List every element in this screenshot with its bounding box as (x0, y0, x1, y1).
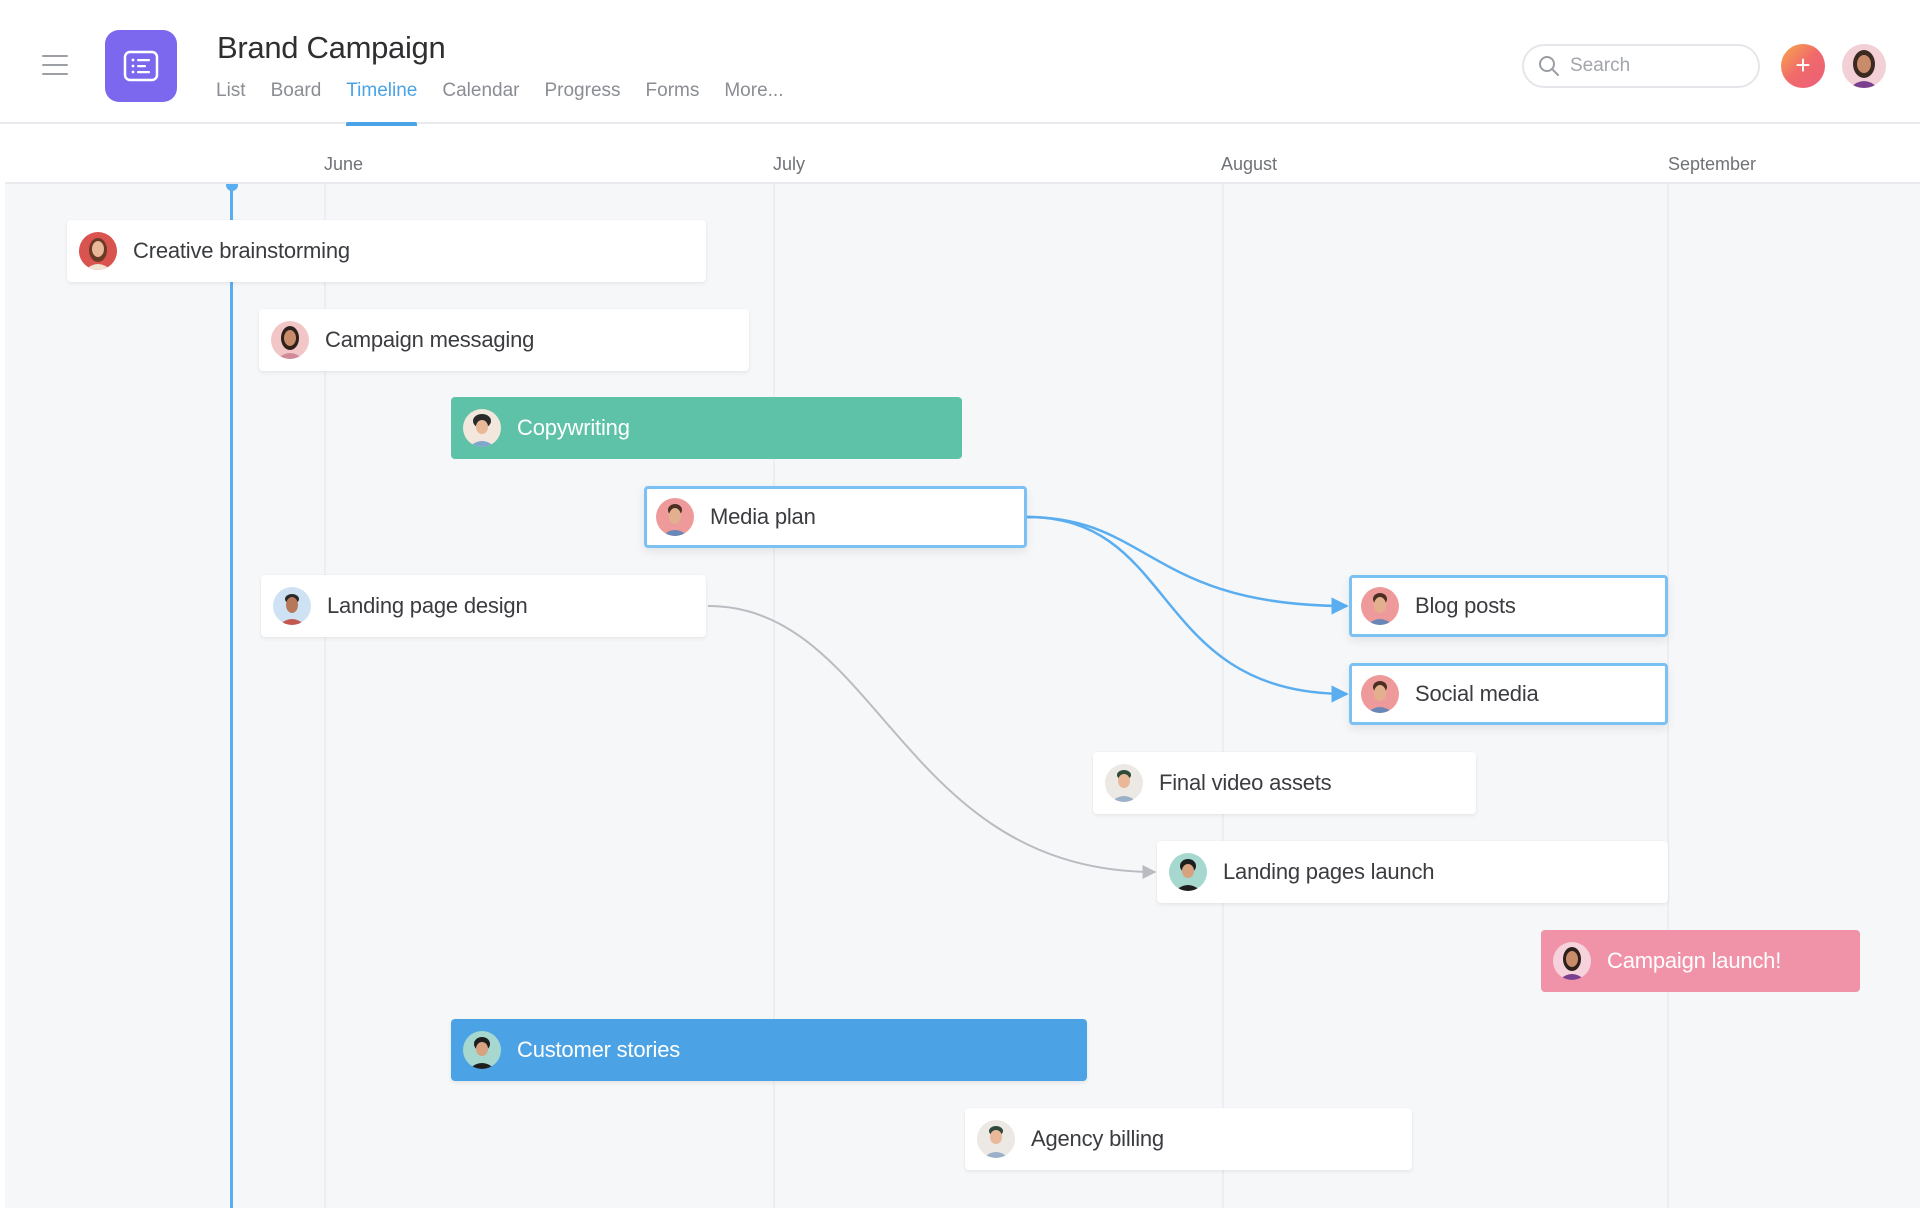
month-label-july: July (773, 154, 806, 174)
assignee-avatar (977, 1120, 1015, 1158)
task-label: Campaign launch! (1607, 948, 1782, 973)
tab-timeline[interactable]: Timeline (346, 80, 418, 126)
month-label-august: August (1221, 154, 1278, 174)
task-label: Final video assets (1159, 770, 1332, 795)
task-creative-brainstorming[interactable]: Creative brainstorming (67, 220, 706, 282)
gridline-august (1222, 184, 1224, 1208)
task-campaign-messaging[interactable]: Campaign messaging (259, 309, 749, 371)
task-social-media[interactable]: Social media (1349, 663, 1668, 725)
bottom-edge (0, 1208, 1920, 1218)
task-landing-pages-launch[interactable]: Landing pages launch (1157, 841, 1668, 903)
task-label: Creative brainstorming (133, 238, 350, 263)
month-label-june: June (324, 154, 364, 174)
assignee-avatar (79, 232, 117, 270)
avatar-person-icon (1842, 44, 1886, 88)
task-customer-stories[interactable]: Customer stories (451, 1019, 1087, 1081)
month-label-september: September (1668, 154, 1757, 174)
assignee-avatar (463, 409, 501, 447)
tab-more[interactable]: More... (724, 80, 783, 124)
task-media-plan[interactable]: Media plan (644, 486, 1027, 548)
task-label: Media plan (710, 504, 816, 529)
project-title: Brand Campaign (217, 30, 446, 65)
assignee-avatar (656, 498, 694, 536)
today-marker-dot (226, 184, 238, 191)
user-avatar[interactable] (1842, 44, 1886, 88)
list-glyph-icon (123, 50, 159, 82)
task-agency-billing[interactable]: Agency billing (965, 1108, 1412, 1170)
task-campaign-launch[interactable]: Campaign launch! (1541, 930, 1860, 992)
task-label: Campaign messaging (325, 327, 535, 352)
today-marker-line (230, 184, 233, 1208)
tab-forms[interactable]: Forms (646, 80, 700, 124)
assignee-avatar (1169, 853, 1207, 891)
task-label: Copywriting (517, 415, 630, 440)
task-label: Social media (1415, 681, 1539, 706)
project-header: Brand Campaign List Board Timeline Calen… (0, 0, 1920, 126)
search-box[interactable] (1522, 44, 1760, 88)
task-label: Landing page design (327, 593, 528, 618)
tab-list[interactable]: List (216, 80, 246, 124)
search-icon (1539, 56, 1559, 76)
task-label: Landing pages launch (1223, 859, 1435, 884)
task-final-video-assets[interactable]: Final video assets (1093, 752, 1476, 814)
task-label: Blog posts (1415, 593, 1516, 618)
search-input[interactable] (1570, 55, 1740, 77)
hamburger-menu-icon[interactable] (42, 55, 68, 77)
task-landing-page-design[interactable]: Landing page design (261, 575, 706, 637)
task-blog-posts[interactable]: Blog posts (1349, 575, 1668, 637)
assignee-avatar (463, 1031, 501, 1069)
assignee-avatar (271, 321, 309, 359)
tab-progress[interactable]: Progress (544, 80, 620, 124)
tab-board[interactable]: Board (271, 80, 322, 124)
add-button[interactable]: + (1781, 44, 1825, 88)
assignee-avatar (1361, 675, 1399, 713)
assignee-avatar (273, 587, 311, 625)
tab-calendar[interactable]: Calendar (442, 80, 519, 124)
task-copywriting[interactable]: Copywriting (451, 397, 962, 459)
assignee-avatar (1553, 942, 1591, 980)
project-list-icon[interactable] (105, 30, 177, 102)
view-tabs: List Board Timeline Calendar Progress Fo… (216, 80, 808, 126)
month-header-row: June July August September (5, 126, 1920, 184)
assignee-avatar (1361, 587, 1399, 625)
task-label: Agency billing (1031, 1126, 1164, 1151)
assignee-avatar (1105, 764, 1143, 802)
task-label: Customer stories (517, 1037, 681, 1062)
